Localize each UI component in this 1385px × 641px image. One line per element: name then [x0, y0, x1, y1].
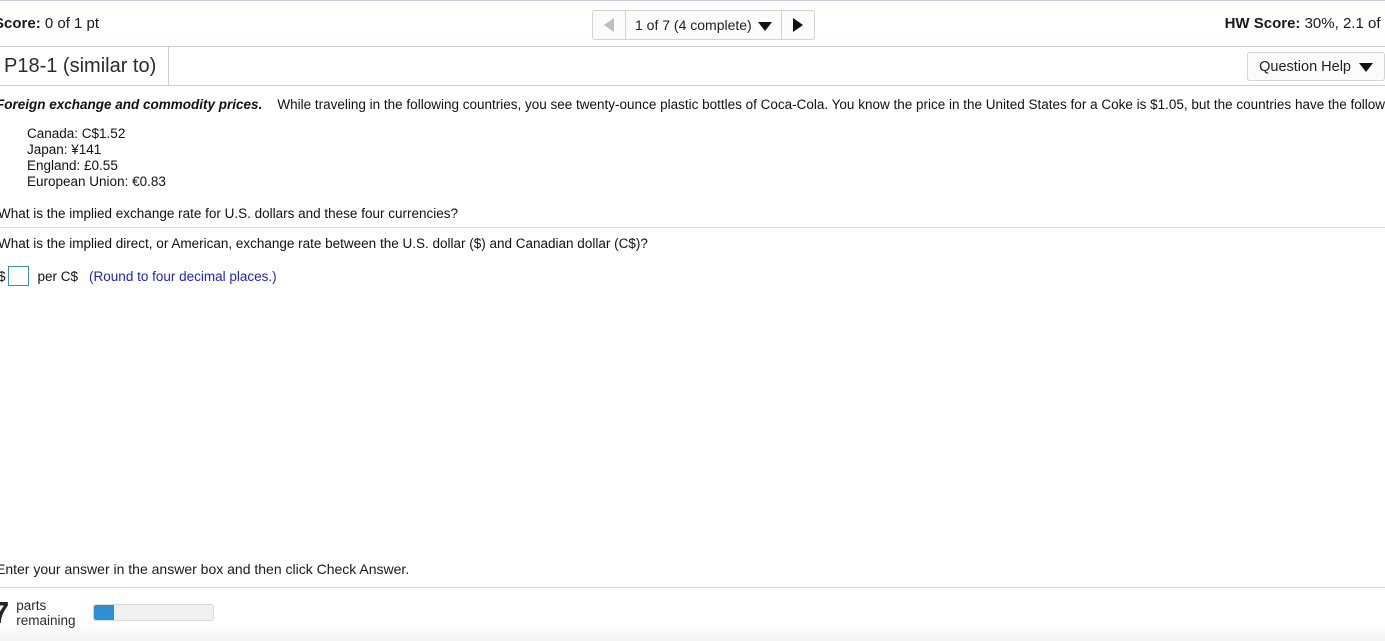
question-part-prompt: What is the implied exchange rate for U.… — [0, 206, 458, 221]
footer-instruction: Enter your answer in the answer box and … — [0, 561, 410, 577]
score-value: 0 of 1 pt — [44, 15, 100, 32]
question-stem-text: While traveling in the following countri… — [277, 97, 1385, 112]
rounding-hint: (Round to four decimal places.) — [89, 268, 277, 284]
tab-bar: P18-1 (similar to) Question Help — [0, 47, 1385, 86]
price-item-japan: Japan: ¥141 — [27, 142, 102, 157]
price-list: Canada: C$1.52 Japan: ¥141 England: £0.5… — [27, 126, 166, 190]
parts-remaining-label: parts remaining — [16, 598, 75, 628]
price-item-england: England: £0.55 — [27, 158, 118, 173]
answer-currency-prefix: $ — [0, 268, 6, 284]
price-item-canada: Canada: C$1.52 — [27, 126, 126, 141]
part-divider — [0, 227, 1385, 228]
question-body: Foreign exchange and commodity prices. W… — [0, 86, 1385, 556]
question-score: Score: 0 of 1 pt — [0, 15, 99, 32]
question-help-label: Question Help — [1259, 58, 1351, 75]
progress-bar — [93, 604, 214, 621]
score-bar: Score: 0 of 1 pt 1 of 7 (4 complete) HW … — [0, 0, 1385, 47]
price-item-european-union: European Union: €0.83 — [27, 174, 166, 189]
answer-row: $ per C$ (Round to four decimal places.) — [0, 266, 277, 286]
triangle-left-icon — [604, 18, 614, 32]
question-help-button[interactable]: Question Help — [1247, 52, 1385, 81]
parts-remaining-count: 7 — [0, 595, 10, 630]
question-pager[interactable]: 1 of 7 (4 complete) — [592, 10, 815, 40]
previous-question-button[interactable] — [592, 10, 625, 40]
next-question-button[interactable] — [781, 10, 815, 40]
triangle-right-icon — [792, 18, 803, 32]
score-label: Score: — [0, 15, 41, 32]
question-sub-prompt: What is the implied direct, or American,… — [0, 236, 648, 251]
parts-word-line1: parts — [16, 597, 47, 613]
caret-down-icon — [1359, 63, 1373, 72]
question-stem: Foreign exchange and commodity prices. W… — [0, 96, 1385, 113]
answer-unit-label: per C$ — [37, 268, 79, 284]
caret-down-icon — [757, 21, 772, 31]
answer-input[interactable] — [7, 266, 29, 286]
parts-word-line2: remaining — [16, 612, 76, 628]
parts-remaining: 7 parts remaining — [0, 597, 76, 628]
tab-label-text: P18-1 (similar to) — [4, 54, 157, 77]
progress-bar-fill — [94, 605, 115, 620]
hw-score-label: HW Score: — [1224, 15, 1301, 32]
question-stem-title: Foreign exchange and commodity prices. — [0, 97, 263, 112]
hw-score-value: 30%, 2.1 of 7 — [1304, 15, 1385, 32]
question-selector-dropdown[interactable]: 1 of 7 (4 complete) — [625, 10, 782, 40]
homework-score: HW Score: 30%, 2.1 of 7 — [1225, 15, 1385, 32]
tab-question-p18-1[interactable]: P18-1 (similar to) — [0, 47, 170, 85]
question-page: Score: 0 of 1 pt 1 of 7 (4 complete) HW … — [0, 0, 1385, 641]
pager-text: 1 of 7 (4 complete) — [635, 17, 752, 33]
